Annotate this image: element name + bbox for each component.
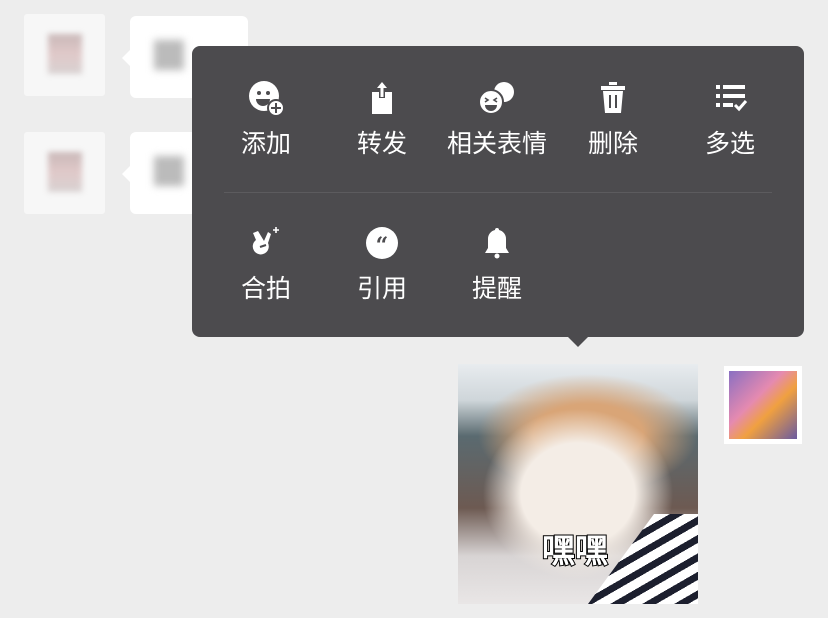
related-emoji-icon — [478, 82, 514, 115]
my-avatar[interactable] — [724, 366, 802, 444]
menu-item-forward[interactable]: 转发 — [324, 78, 440, 168]
menu-item-label: 提醒 — [471, 274, 522, 303]
menu-item-add[interactable]: 添加 — [208, 78, 324, 168]
menu-item-quote[interactable]: “ 引用 — [324, 223, 440, 313]
menu-divider — [224, 192, 772, 193]
menu-item-label: 引用 — [356, 274, 407, 303]
menu-item-co-shoot[interactable]: 合拍 — [208, 223, 324, 313]
multi-select-icon — [716, 85, 748, 112]
contact-avatar[interactable] — [24, 14, 105, 96]
co-shoot-icon — [252, 227, 279, 255]
menu-item-remind[interactable]: 提醒 — [439, 223, 555, 313]
emoji-add-icon — [249, 81, 285, 117]
menu-item-label: 相关表情 — [446, 129, 547, 158]
svg-text:“: “ — [376, 233, 389, 259]
contact-avatar[interactable] — [24, 132, 105, 214]
menu-item-label: 删除 — [587, 129, 638, 158]
quote-icon: “ — [366, 227, 398, 259]
menu-item-label: 多选 — [704, 129, 755, 158]
trash-icon — [601, 82, 625, 113]
menu-item-label: 转发 — [356, 129, 407, 158]
context-menu: 添加 转发 相关表情 删除 多选 合拍 “ 引用 提醒 — [192, 46, 804, 347]
menu-item-label: 添加 — [240, 129, 291, 158]
sticker-caption: 嘿嘿 — [541, 530, 609, 571]
sticker-message[interactable]: 嘿嘿 — [458, 364, 698, 604]
share-icon — [372, 82, 392, 114]
menu-item-label: 合拍 — [240, 274, 291, 303]
menu-item-related-stickers[interactable]: 相关表情 — [439, 78, 555, 168]
menu-item-delete[interactable]: 删除 — [555, 78, 671, 168]
bell-icon — [485, 228, 509, 259]
menu-item-multi-select[interactable]: 多选 — [672, 78, 788, 168]
